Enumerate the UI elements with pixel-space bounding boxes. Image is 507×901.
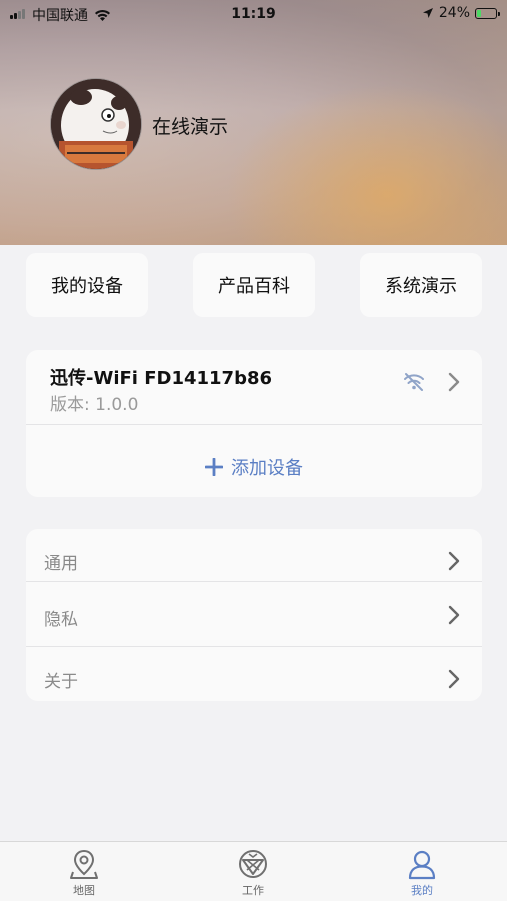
profile-header: 中国联通 11:19 24% 在线演示: [0, 0, 507, 245]
username[interactable]: 在线演示: [152, 112, 228, 139]
system-demo-button[interactable]: 系统演示: [360, 253, 482, 317]
avatar[interactable]: [50, 78, 142, 170]
chevron-right-icon: [448, 669, 460, 689]
settings-item-label: 通用: [44, 554, 78, 574]
profile-icon: [408, 850, 436, 880]
plus-icon: [205, 458, 223, 476]
settings-card: 通用 隐私 关于: [26, 529, 482, 701]
work-icon: [239, 850, 267, 878]
tab-mine[interactable]: 我的: [372, 848, 472, 898]
my-devices-label: 我的设备: [51, 276, 123, 297]
settings-item-label: 关于: [44, 672, 78, 692]
location-arrow-icon: [422, 8, 433, 18]
tab-label: 地图: [73, 884, 95, 897]
settings-item-privacy[interactable]: 隐私: [26, 583, 482, 647]
tab-label: 工作: [242, 884, 264, 897]
chevron-right-icon: [448, 372, 460, 392]
tab-bar: 地图 工作 我的: [0, 841, 507, 901]
tab-label: 我的: [411, 884, 433, 897]
tab-work[interactable]: 工作: [203, 848, 303, 898]
tab-map[interactable]: 地图: [34, 848, 134, 898]
divider: [26, 581, 482, 582]
panda-avatar-image: [51, 79, 141, 169]
add-device-label: 添加设备: [231, 458, 303, 479]
my-devices-button[interactable]: 我的设备: [26, 253, 148, 317]
device-card: 迅传-WiFi FD14117b86 版本: 1.0.0 添加设备: [26, 350, 482, 497]
settings-item-label: 隐私: [44, 610, 78, 630]
battery-percent: 24%: [438, 5, 470, 21]
product-wiki-label: 产品百科: [218, 276, 290, 297]
battery-icon: [475, 7, 500, 19]
chevron-right-icon: [448, 605, 460, 625]
device-row[interactable]: 迅传-WiFi FD14117b86 版本: 1.0.0: [26, 350, 482, 424]
device-name: 迅传-WiFi FD14117b86: [50, 368, 273, 389]
chevron-right-icon: [448, 551, 460, 571]
wifi-off-icon: [404, 373, 424, 391]
settings-item-about[interactable]: 关于: [26, 647, 482, 701]
map-pin-icon: [70, 849, 98, 879]
status-bar: 中国联通 11:19 24%: [0, 0, 507, 28]
device-version: 版本: 1.0.0: [50, 395, 139, 415]
add-device-button[interactable]: 添加设备: [26, 454, 482, 480]
system-demo-label: 系统演示: [385, 276, 457, 297]
product-wiki-button[interactable]: 产品百科: [193, 253, 315, 317]
divider: [26, 424, 482, 425]
